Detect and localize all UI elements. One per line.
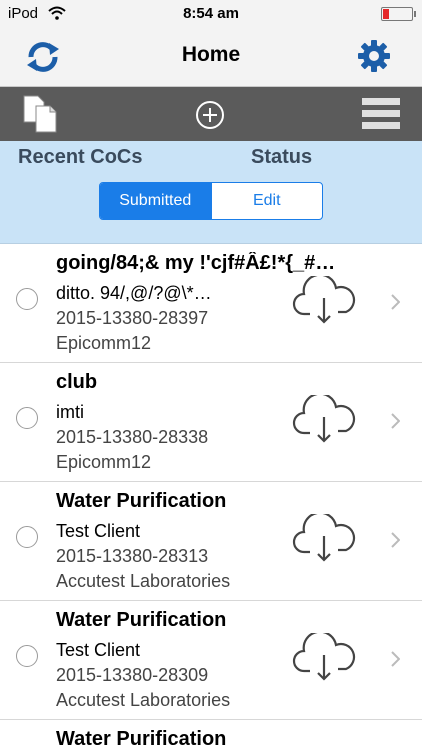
item-client: Test Client	[56, 521, 141, 541]
status-label: Status	[251, 146, 313, 168]
list-item[interactable]: going/84;& my !'cjf#Â£!*{_#… ditto. 94/,…	[0, 244, 422, 363]
add-icon[interactable]	[195, 100, 225, 130]
item-client: Test Client	[56, 640, 141, 660]
item-id: 2015-13380-28338	[56, 427, 209, 447]
item-client: ditto. 94/,@/?@\*…	[56, 283, 212, 303]
cloud-download-icon[interactable]	[292, 276, 356, 326]
gear-icon[interactable]	[356, 38, 392, 74]
item-company: Accutest Laboratories	[56, 571, 231, 591]
item-company: Epicomm12	[56, 333, 152, 353]
edit-segment[interactable]: Edit	[210, 183, 323, 219]
item-id: 2015-13380-28309	[56, 665, 209, 685]
item-id: 2015-13380-28397	[56, 308, 209, 328]
list-header: Recent CoCs Status Submitted Edit	[0, 141, 422, 244]
battery-icon	[381, 7, 416, 21]
menu-icon[interactable]	[362, 97, 400, 131]
chevron-right-icon	[391, 413, 400, 429]
cloud-download-icon[interactable]	[292, 514, 356, 564]
toolbar	[0, 87, 422, 141]
list-item[interactable]: Water Purification Test Client 2015-1338…	[0, 601, 422, 720]
list-item[interactable]: club imti 2015-13380-28338 Epicomm12	[0, 363, 422, 482]
cloud-download-icon[interactable]	[292, 633, 356, 683]
item-title: Water Purification	[56, 609, 227, 631]
cloud-download-icon[interactable]	[292, 395, 356, 445]
item-company: Epicomm12	[56, 452, 152, 472]
item-title: Water Purification	[56, 728, 227, 750]
status-segmented-control: Submitted Edit	[99, 182, 323, 220]
chevron-right-icon	[391, 532, 400, 548]
submitted-segment[interactable]: Submitted	[100, 183, 211, 219]
select-radio[interactable]	[16, 407, 38, 429]
item-title: going/84;& my !'cjf#Â£!*{_#…	[56, 252, 336, 274]
status-bar: iPod 8:54 am	[0, 0, 422, 28]
coc-list: going/84;& my !'cjf#Â£!*{_#… ditto. 94/,…	[0, 244, 422, 750]
item-title: Water Purification	[56, 490, 227, 512]
chevron-right-icon	[391, 294, 400, 310]
copy-icon[interactable]	[22, 94, 60, 134]
item-client: imti	[56, 402, 84, 422]
item-title: club	[56, 371, 98, 393]
select-radio[interactable]	[16, 526, 38, 548]
item-id: 2015-13380-28313	[56, 546, 209, 566]
list-item[interactable]: Water Purification Test Client 2015-1338…	[0, 482, 422, 601]
recent-cocs-label: Recent CoCs	[18, 146, 143, 168]
select-radio[interactable]	[16, 288, 38, 310]
navigation-bar: Home	[0, 28, 422, 87]
chevron-right-icon	[391, 651, 400, 667]
item-company: Accutest Laboratories	[56, 690, 231, 710]
list-item[interactable]: Water Purification	[0, 720, 422, 750]
select-radio[interactable]	[16, 645, 38, 667]
clock: 8:54 am	[183, 5, 239, 22]
